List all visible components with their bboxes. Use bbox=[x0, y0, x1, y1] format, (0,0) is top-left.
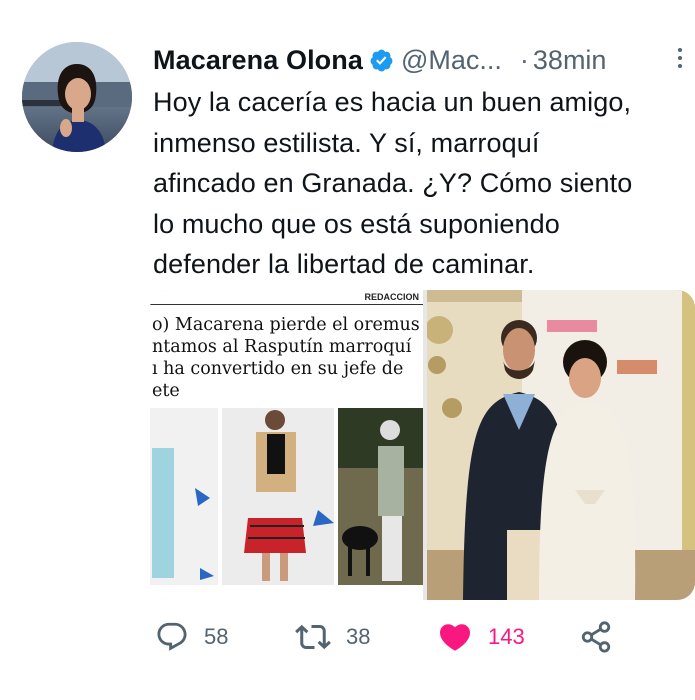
media-article-screenshot[interactable]: REDACCION o) Macarena pierde el oremus n… bbox=[150, 290, 423, 600]
tweet[interactable]: Macarena Olona @Mac... · 38min Hoy la ca… bbox=[0, 0, 695, 700]
article-divider bbox=[150, 304, 423, 305]
reply-count: 58 bbox=[204, 624, 229, 649]
author-avatar-image bbox=[22, 42, 132, 152]
tweet-text-line: lo mucho que os está suponiendo bbox=[153, 208, 560, 239]
tweet-text-line: Hoy la cacería es hacia un buen amigo, bbox=[153, 87, 632, 117]
like-count: 143 bbox=[488, 624, 525, 649]
tweet-text-line: inmenso estilista. Y sí, marroquí bbox=[153, 127, 540, 158]
retweet-button[interactable]: 38 bbox=[295, 617, 370, 657]
author-handle[interactable]: @Mac... bbox=[401, 45, 502, 76]
article-photos-image bbox=[150, 408, 423, 585]
tweet-media: REDACCION o) Macarena pierde el oremus n… bbox=[150, 290, 695, 600]
tweet-text-line: defender la libertad de caminar. bbox=[153, 249, 535, 279]
article-headline-line: ntamos al Rasputín marroquí bbox=[152, 337, 412, 357]
like-button[interactable]: 143 bbox=[437, 617, 525, 657]
share-button[interactable] bbox=[579, 617, 613, 657]
article-headline-line: ı ha convertido en su jefe de bbox=[152, 359, 404, 379]
article-headline-line: ete bbox=[152, 381, 180, 401]
retweet-icon bbox=[295, 624, 331, 650]
more-options-icon[interactable] bbox=[672, 44, 688, 74]
media-photo[interactable] bbox=[425, 290, 695, 600]
reply-button[interactable]: 58 bbox=[155, 617, 228, 657]
author-name[interactable]: Macarena Olona bbox=[153, 45, 363, 76]
tweet-text-line: afincado en Granada. ¿Y? Cómo siento bbox=[153, 168, 633, 198]
verified-badge-icon bbox=[370, 49, 393, 71]
time-separator: · bbox=[519, 44, 529, 75]
tweet-timestamp[interactable]: 38min bbox=[533, 45, 607, 76]
reply-icon bbox=[157, 622, 187, 651]
tweet-header: Macarena Olona @Mac... · 38min bbox=[153, 42, 683, 78]
article-headline: o) Macarena pierde el oremus ntamos al R… bbox=[152, 314, 420, 402]
author-avatar[interactable] bbox=[22, 42, 132, 152]
heart-icon bbox=[439, 624, 471, 651]
media-photo-image bbox=[425, 290, 695, 600]
share-icon bbox=[581, 621, 611, 653]
article-section-label: REDACCION bbox=[364, 292, 419, 302]
article-photo-strip bbox=[150, 408, 423, 585]
article-headline-line: o) Macarena pierde el oremus bbox=[152, 315, 420, 335]
retweet-count: 38 bbox=[346, 624, 371, 649]
tweet-text: Hoy la cacería es hacia un buen amigo, i… bbox=[153, 82, 683, 285]
tweet-action-bar: 58 38 143 bbox=[155, 617, 655, 657]
